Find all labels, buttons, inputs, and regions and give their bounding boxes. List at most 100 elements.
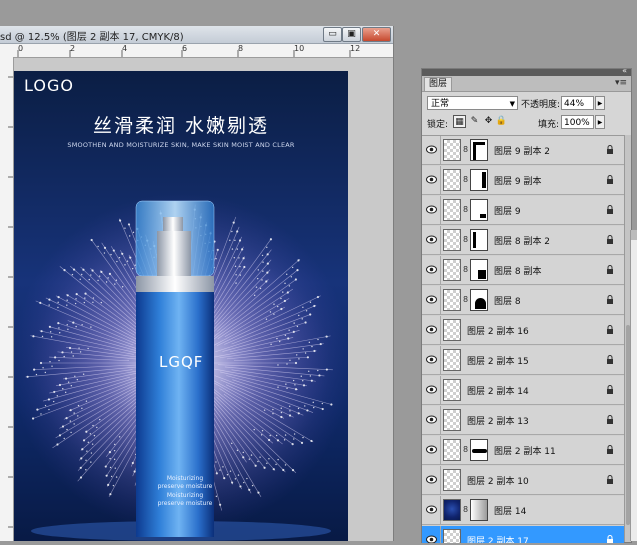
layer-thumbnail[interactable] bbox=[443, 289, 461, 311]
close-button[interactable]: ✕ bbox=[362, 27, 391, 42]
layer-name[interactable]: 图层 8 副本 bbox=[494, 264, 541, 277]
panel-header-bar[interactable] bbox=[631, 230, 637, 240]
eye-icon[interactable] bbox=[426, 415, 437, 424]
vertical-ruler[interactable] bbox=[0, 57, 14, 541]
eye-icon[interactable] bbox=[426, 295, 437, 304]
eye-icon[interactable] bbox=[426, 145, 437, 154]
eye-icon[interactable] bbox=[426, 445, 437, 454]
sparkle-dot bbox=[300, 375, 302, 377]
layer-name[interactable]: 图层 2 副本 13 bbox=[467, 414, 529, 427]
layer-row[interactable]: 8 图层 9 副本 2 bbox=[422, 136, 624, 165]
layer-row[interactable]: 图层 2 副本 10 bbox=[422, 466, 624, 495]
layer-name[interactable]: 图层 2 副本 15 bbox=[467, 354, 529, 367]
layer-mask-thumbnail[interactable] bbox=[470, 289, 488, 311]
fill-slider-button[interactable]: ▶ bbox=[595, 115, 605, 129]
sparkle-dot bbox=[239, 485, 242, 488]
layer-row-selected[interactable]: 图层 2 副本 17 bbox=[422, 526, 624, 543]
layer-row[interactable]: 8 图层 8 bbox=[422, 286, 624, 315]
layer-thumbnail[interactable] bbox=[443, 439, 461, 461]
layer-thumbnail[interactable] bbox=[443, 229, 461, 251]
sparkle-dot bbox=[266, 462, 268, 464]
lock-position-icon[interactable]: ✥ bbox=[482, 115, 495, 128]
fill-input[interactable]: 100% bbox=[561, 115, 594, 129]
layer-name[interactable]: 图层 2 副本 14 bbox=[467, 384, 529, 397]
layer-thumbnail[interactable] bbox=[443, 379, 461, 401]
sparkle-dot bbox=[310, 439, 313, 443]
layer-thumbnail[interactable] bbox=[443, 139, 461, 161]
eye-icon[interactable] bbox=[426, 265, 437, 274]
layer-thumbnail[interactable] bbox=[443, 169, 461, 191]
layer-mask-thumbnail[interactable] bbox=[470, 139, 488, 161]
panel-header-bar[interactable]: « bbox=[422, 66, 631, 76]
collapse-icon[interactable]: « bbox=[622, 66, 627, 75]
layer-name[interactable]: 图层 2 副本 16 bbox=[467, 324, 529, 337]
adjacent-panel-strip[interactable] bbox=[630, 230, 637, 541]
layer-name[interactable]: 图层 9 副本 bbox=[494, 174, 541, 187]
chain-link-icon[interactable]: 8 bbox=[463, 445, 468, 454]
eye-icon[interactable] bbox=[426, 175, 437, 184]
layer-name[interactable]: 图层 2 副本 11 bbox=[494, 444, 556, 457]
horizontal-ruler[interactable]: 0 2 4 6 8 10 12 bbox=[0, 44, 393, 58]
eye-icon[interactable] bbox=[426, 235, 437, 244]
sparkle-dot bbox=[236, 230, 239, 233]
layer-mask-thumbnail[interactable] bbox=[470, 499, 488, 521]
lock-transparency-icon[interactable]: ▦ bbox=[453, 115, 466, 128]
layer-mask-thumbnail[interactable] bbox=[470, 259, 488, 281]
lock-brush-icon[interactable]: ✎ bbox=[468, 115, 481, 128]
eye-icon[interactable] bbox=[426, 355, 437, 364]
layer-row[interactable]: 图层 2 副本 14 bbox=[422, 376, 624, 405]
eye-icon[interactable] bbox=[426, 325, 437, 334]
layer-name[interactable]: 图层 2 副本 10 bbox=[467, 474, 529, 487]
layer-name[interactable]: 图层 9 bbox=[494, 204, 521, 217]
layer-thumbnail[interactable] bbox=[443, 259, 461, 281]
chain-link-icon[interactable]: 8 bbox=[463, 205, 468, 214]
eye-icon[interactable] bbox=[426, 385, 437, 394]
canvas-area[interactable]: LOGO 丝滑柔润 水嫩剔透 SMOOTHEN AND MOISTURIZE S… bbox=[14, 58, 393, 541]
layer-thumbnail[interactable] bbox=[443, 319, 461, 341]
sparkle-dot bbox=[325, 335, 328, 338]
restore-button[interactable]: ▣ bbox=[342, 27, 361, 42]
eye-icon[interactable] bbox=[426, 535, 437, 543]
opacity-slider-button[interactable]: ▶ bbox=[595, 96, 605, 110]
tab-layers[interactable]: 图层 bbox=[424, 77, 453, 91]
layer-mask-thumbnail[interactable] bbox=[470, 229, 488, 251]
layer-row[interactable]: 8 图层 8 副本 bbox=[422, 256, 624, 285]
eye-icon[interactable] bbox=[426, 205, 437, 214]
layer-name[interactable]: 图层 9 副本 2 bbox=[494, 144, 550, 157]
eye-icon[interactable] bbox=[426, 505, 437, 514]
panel-menu-icon[interactable]: ▾≡ bbox=[615, 78, 627, 88]
layer-row[interactable]: 8 图层 2 副本 11 bbox=[422, 436, 624, 465]
chain-link-icon[interactable]: 8 bbox=[463, 505, 468, 514]
layer-name[interactable]: 图层 14 bbox=[494, 504, 526, 517]
artboard[interactable]: LOGO 丝滑柔润 水嫩剔透 SMOOTHEN AND MOISTURIZE S… bbox=[14, 71, 348, 541]
chain-link-icon[interactable]: 8 bbox=[463, 235, 468, 244]
layer-thumbnail[interactable] bbox=[443, 499, 461, 521]
layer-mask-thumbnail[interactable] bbox=[470, 169, 488, 191]
chain-link-icon[interactable]: 8 bbox=[463, 145, 468, 154]
layer-name[interactable]: 图层 8 副本 2 bbox=[494, 234, 550, 247]
chain-link-icon[interactable]: 8 bbox=[463, 175, 468, 184]
blend-mode-select[interactable]: 正常 ▼ bbox=[427, 96, 518, 110]
layer-thumbnail[interactable] bbox=[443, 349, 461, 371]
layer-row[interactable]: 8 图层 9 副本 bbox=[422, 166, 624, 195]
layer-mask-thumbnail[interactable] bbox=[470, 199, 488, 221]
layer-thumbnail[interactable] bbox=[443, 409, 461, 431]
layer-row[interactable]: 图层 2 副本 15 bbox=[422, 346, 624, 375]
layer-name[interactable]: 图层 2 副本 17 bbox=[467, 534, 529, 543]
layer-row[interactable]: 8 图层 8 副本 2 bbox=[422, 226, 624, 255]
lock-all-icon[interactable]: 🔒 bbox=[495, 115, 508, 128]
layer-row[interactable]: 8 图层 14 bbox=[422, 496, 624, 525]
opacity-input[interactable]: 44% bbox=[561, 96, 594, 110]
layer-name[interactable]: 图层 8 bbox=[494, 294, 521, 307]
layer-thumbnail[interactable] bbox=[443, 199, 461, 221]
layer-mask-thumbnail[interactable] bbox=[470, 439, 488, 461]
eye-icon[interactable] bbox=[426, 475, 437, 484]
layer-row[interactable]: 8 图层 9 bbox=[422, 196, 624, 225]
document-titlebar[interactable]: sd @ 12.5% (图层 2 副本 17, CMYK/8) ▭ ▣ ✕ bbox=[0, 26, 393, 44]
layer-row[interactable]: 图层 2 副本 13 bbox=[422, 406, 624, 435]
chain-link-icon[interactable]: 8 bbox=[463, 265, 468, 274]
layer-thumbnail[interactable] bbox=[443, 469, 461, 491]
chain-link-icon[interactable]: 8 bbox=[463, 295, 468, 304]
layer-row[interactable]: 图层 2 副本 16 bbox=[422, 316, 624, 345]
minimize-button[interactable]: ▭ bbox=[323, 27, 342, 42]
